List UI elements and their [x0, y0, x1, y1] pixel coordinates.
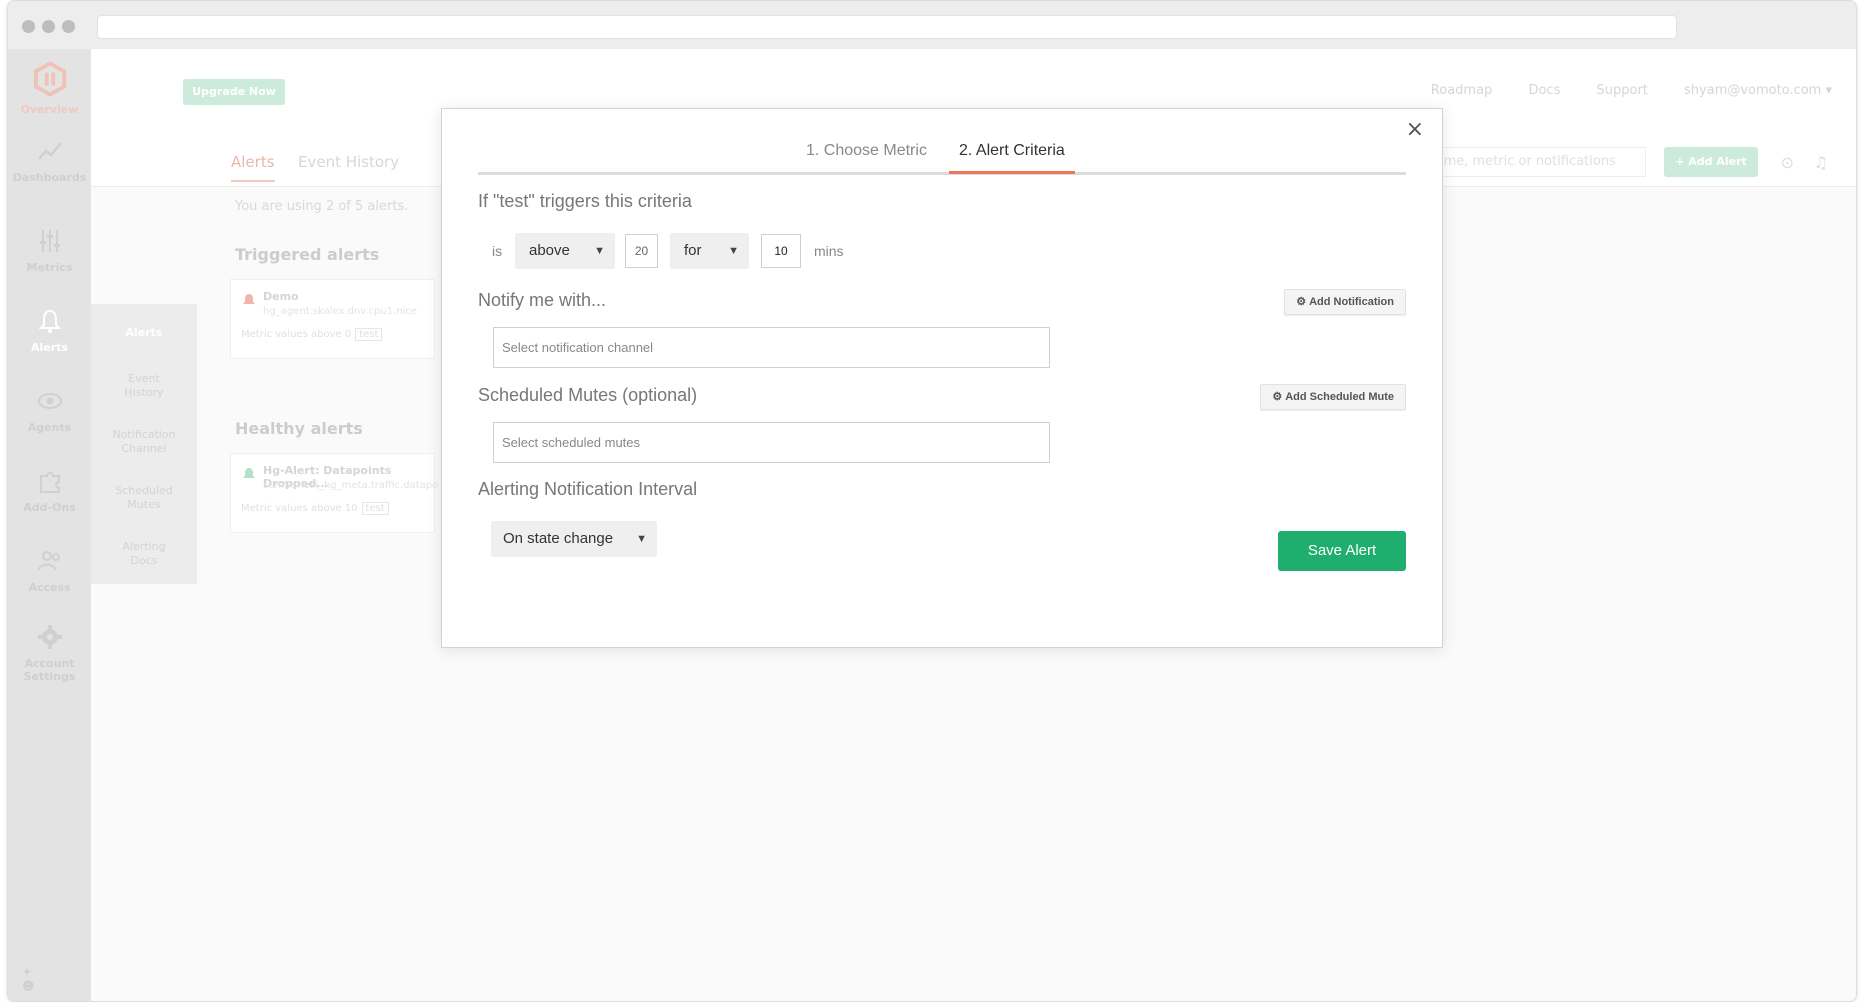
healthy-alert-card[interactable]: Hg-Alert: Datapoints Dropped... sumSerie…: [230, 453, 439, 533]
subnav-item-notification-channel[interactable]: Notification Channel: [91, 428, 197, 456]
browser-window: Overview Dashboards Metrics Alerts Agent…: [7, 0, 1857, 1002]
duration-input[interactable]: 10: [761, 234, 801, 268]
mutes-title: Scheduled Mutes (optional): [478, 385, 698, 405]
sidebar-item-access[interactable]: Access: [8, 547, 91, 594]
user-menu[interactable]: shyam@vomoto.com ▾: [1684, 83, 1832, 98]
sidebar: Overview Dashboards Metrics Alerts Agent…: [8, 49, 91, 1001]
sidebar-item-label: Account Settings: [23, 657, 76, 683]
puzzle-icon: [39, 472, 60, 493]
add-scheduled-mute-button[interactable]: ⚙ Add Scheduled Mute: [1260, 384, 1406, 410]
interval-value: On state change: [503, 530, 614, 547]
sidebar-item-metrics[interactable]: Metrics: [8, 227, 91, 274]
docs-link[interactable]: Docs: [1528, 83, 1560, 98]
logo-icon: [33, 61, 66, 97]
alert-metric: hg_agent.skalex.dnv.cpu1.nice: [263, 306, 418, 317]
sidebar-item-add-ons[interactable]: Add-Ons: [8, 467, 91, 514]
tab-choose-metric[interactable]: 1. Choose Metric: [796, 142, 937, 171]
duration-mode-value: for: [684, 242, 702, 259]
notify-title: Notify me with...: [478, 290, 607, 310]
chat-icon[interactable]: ☻: [22, 979, 35, 993]
notification-bell-icon[interactable]: ♫: [1814, 153, 1828, 172]
upgrade-now-button[interactable]: Upgrade Now: [183, 79, 285, 105]
healthy-alerts-title: Healthy alerts: [235, 419, 363, 438]
sliders-icon: [39, 230, 60, 252]
sidebar-footer: ✦☻: [22, 965, 91, 993]
triggered-alert-card[interactable]: Demo hg_agent.skalex.dnv.cpu1.nice Metri…: [230, 279, 435, 359]
twitter-icon[interactable]: ✦: [22, 965, 32, 979]
gear-icon: ⚙: [1296, 296, 1307, 308]
users-icon: [37, 551, 60, 571]
minimize-window-dot[interactable]: [42, 20, 55, 33]
subnav-item-event-history[interactable]: Event History: [91, 372, 197, 400]
close-window-dot[interactable]: [22, 20, 35, 33]
eye-icon: [37, 393, 62, 409]
add-notification-button[interactable]: ⚙ Add Notification: [1284, 289, 1406, 315]
sidebar-item-overview[interactable]: Overview: [8, 61, 91, 116]
sidebar-item-dashboards[interactable]: Dashboards: [8, 137, 91, 184]
alerts-subnav: Alerts Event History Notification Channe…: [91, 304, 197, 584]
subnav-item-alerting-docs[interactable]: Alerting Docs: [91, 540, 197, 568]
alert-tag: test: [355, 328, 383, 341]
gear-icon: [37, 625, 62, 649]
alert-name: Demo: [263, 290, 299, 303]
criteria-title: If "test" triggers this criteria: [478, 191, 692, 211]
sidebar-item-label: Metrics: [26, 261, 73, 274]
notification-channel-select[interactable]: Select notification channel: [493, 327, 1050, 368]
alert-condition: Metric values above 10 test: [241, 502, 389, 515]
gear-icon: ⚙: [1272, 391, 1283, 403]
triggered-alerts-title: Triggered alerts: [235, 245, 380, 264]
add-notification-label: Add Notification: [1309, 296, 1394, 308]
add-scheduled-mute-label: Add Scheduled Mute: [1285, 391, 1394, 403]
tab-alerts[interactable]: Alerts: [231, 153, 275, 182]
sidebar-item-label: Dashboards: [12, 171, 87, 184]
bell-icon: [38, 309, 61, 333]
alert-tag: test: [361, 502, 389, 515]
tab-event-history[interactable]: Event History: [298, 153, 399, 171]
unit-label: mins: [814, 243, 844, 259]
condition-text: Metric values above 10: [241, 503, 358, 514]
condition-text: Metric values above 0: [241, 329, 352, 340]
subnav-item-scheduled-mutes[interactable]: Scheduled Mutes: [91, 484, 197, 512]
sidebar-item-label: Agents: [27, 421, 72, 434]
close-icon[interactable]: ×: [1406, 119, 1424, 141]
caret-down-icon: ▼: [636, 533, 647, 545]
top-links: Roadmap Docs Support shyam@vomoto.com ▾: [1399, 83, 1832, 98]
interval-title: Alerting Notification Interval: [478, 479, 698, 499]
comparator-select[interactable]: above ▼: [515, 233, 615, 269]
caret-down-icon: ▼: [728, 245, 739, 257]
alert-metric: sumSeries(_hg_meta.traffic.datapo: [263, 480, 439, 491]
comparator-value: above: [529, 242, 570, 259]
duration-mode-select[interactable]: for ▼: [670, 233, 749, 269]
subnav-item-alerts[interactable]: Alerts: [91, 326, 197, 340]
sidebar-item-alerts[interactable]: Alerts: [8, 307, 91, 354]
caret-down-icon: ▼: [594, 245, 605, 257]
triggered-bell-icon: [243, 294, 255, 304]
sidebar-item-label: Alerts: [31, 341, 68, 354]
url-bar[interactable]: [97, 15, 1677, 39]
sidebar-item-label: Add-Ons: [23, 501, 76, 514]
maximize-window-dot[interactable]: [62, 20, 75, 33]
roadmap-link[interactable]: Roadmap: [1431, 83, 1493, 98]
help-icon[interactable]: ⊙: [1781, 153, 1794, 172]
sidebar-item-label: Overview: [20, 103, 79, 116]
alert-criteria-modal: × 1. Choose Metric 2. Alert Criteria If …: [441, 108, 1443, 648]
browser-titlebar: [8, 1, 1856, 49]
sidebar-item-account-settings[interactable]: Account Settings: [8, 623, 91, 683]
support-link[interactable]: Support: [1596, 83, 1647, 98]
save-alert-button[interactable]: Save Alert: [1278, 531, 1406, 571]
scheduled-mutes-select[interactable]: Select scheduled mutes: [493, 422, 1050, 463]
sidebar-item-agents[interactable]: Agents: [8, 387, 91, 434]
usage-text: You are using 2 of 5 alerts.: [235, 199, 409, 214]
is-label: is: [492, 243, 503, 259]
wizard-steps: 1. Choose Metric 2. Alert Criteria: [478, 109, 1406, 175]
tab-alert-criteria[interactable]: 2. Alert Criteria: [949, 142, 1075, 174]
notification-interval-select[interactable]: On state change ▼: [491, 521, 657, 557]
alert-condition: Metric values above 0 test: [241, 328, 383, 341]
sidebar-item-label: Access: [28, 581, 71, 594]
healthy-bell-icon: [243, 468, 255, 478]
chart-line-icon: [37, 142, 62, 160]
add-alert-button[interactable]: + Add Alert: [1664, 147, 1758, 177]
threshold-input[interactable]: 20: [625, 234, 658, 268]
